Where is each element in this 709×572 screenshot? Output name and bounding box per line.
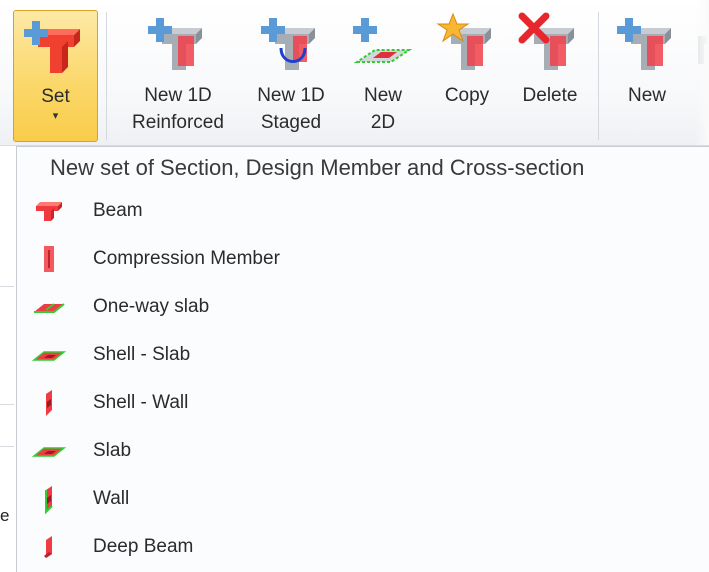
new-1d-reinforced-label: New 1D Reinforced bbox=[132, 85, 224, 133]
menu-item-label: Wall bbox=[93, 488, 130, 509]
dropdown-title: New set of Section, Design Member and Cr… bbox=[50, 155, 585, 180]
menu-item-slab[interactable]: Slab bbox=[17, 429, 677, 473]
menu-item-label: Shell - Wall bbox=[93, 392, 189, 413]
new-1d-reinforced-button[interactable]: New 1D Reinforced bbox=[120, 10, 236, 142]
divider bbox=[0, 286, 14, 287]
one-way-slab-icon bbox=[32, 292, 66, 322]
delete-label: Delete bbox=[522, 85, 578, 106]
menu-item-deep-beam[interactable]: Deep Beam bbox=[17, 525, 677, 569]
slab-icon bbox=[31, 436, 67, 466]
deep-beam-icon bbox=[32, 532, 66, 562]
set-icon bbox=[23, 13, 88, 77]
menu-item-label: One-way slab bbox=[93, 296, 210, 317]
new-2d-button[interactable]: New 2D bbox=[346, 10, 420, 142]
copy-label: Copy bbox=[444, 85, 490, 106]
delete-button[interactable]: Delete bbox=[512, 10, 588, 142]
divider bbox=[0, 404, 14, 405]
new-icon bbox=[615, 12, 679, 76]
new-2d-icon bbox=[351, 12, 415, 76]
menu-item-label: Deep Beam bbox=[93, 536, 194, 557]
set-button-label: Set bbox=[41, 86, 70, 107]
menu-item-shell-slab[interactable]: Shell - Slab bbox=[17, 333, 677, 377]
shell-wall-icon bbox=[32, 388, 66, 418]
new-1d-staged-button[interactable]: New 1D Staged bbox=[246, 10, 336, 142]
menu-item-one-way-slab[interactable]: One-way slab bbox=[17, 285, 677, 329]
menu-item-label: Shell - Slab bbox=[93, 344, 191, 365]
new-1d-reinforced-icon bbox=[146, 12, 210, 76]
set-button[interactable]: Set ▾ bbox=[13, 10, 98, 142]
new-1d-staged-label: New 1D Staged bbox=[257, 85, 325, 133]
ribbon-separator bbox=[106, 12, 107, 140]
menu-item-label: Compression Member bbox=[93, 248, 280, 269]
copy-button[interactable]: Copy bbox=[430, 10, 504, 142]
background-text-fragment: e bbox=[0, 506, 10, 525]
new-1d-staged-icon bbox=[259, 12, 323, 76]
wall-icon bbox=[32, 484, 66, 515]
set-dropdown-menu: New set of Section, Design Member and Cr… bbox=[16, 146, 709, 572]
menu-item-label: Slab bbox=[93, 440, 132, 461]
new-2d-label: New 2D bbox=[363, 85, 402, 133]
compression-member-icon bbox=[32, 244, 66, 274]
menu-item-label: Beam bbox=[93, 200, 143, 221]
new-label: New bbox=[627, 85, 666, 106]
menu-item-compression-member[interactable]: Compression Member bbox=[17, 237, 677, 281]
background-panel: e bbox=[0, 146, 17, 572]
shell-slab-icon bbox=[31, 340, 67, 370]
delete-icon bbox=[518, 12, 582, 76]
chevron-down-icon: ▾ bbox=[52, 110, 59, 122]
ribbon-separator bbox=[598, 12, 599, 140]
beam-icon bbox=[32, 196, 66, 226]
ribbon-fade bbox=[695, 0, 709, 145]
menu-item-wall[interactable]: Wall bbox=[17, 477, 677, 521]
menu-item-beam[interactable]: Beam bbox=[17, 189, 677, 233]
divider bbox=[0, 446, 14, 447]
menu-item-shell-wall[interactable]: Shell - Wall bbox=[17, 381, 677, 425]
ribbon-toolbar: Set ▾ New 1D Reinforced New 1D Staged Ne… bbox=[0, 0, 709, 146]
new-button[interactable]: New bbox=[608, 10, 686, 142]
copy-icon bbox=[435, 12, 499, 76]
